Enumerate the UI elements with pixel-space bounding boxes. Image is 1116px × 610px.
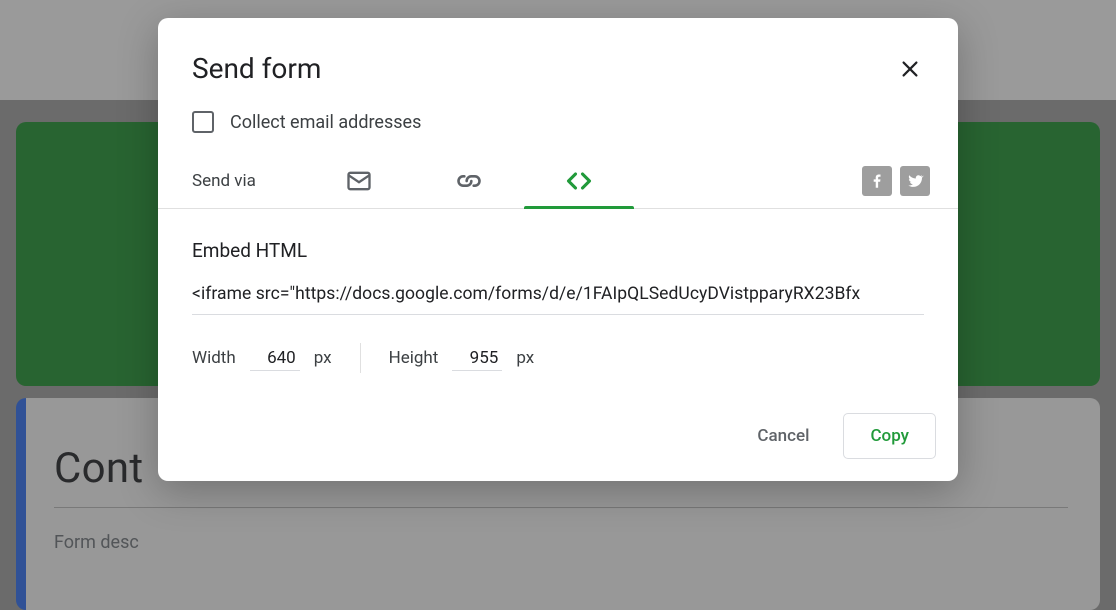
height-label: Height — [389, 348, 439, 368]
send-via-row: Send via — [158, 153, 958, 209]
facebook-icon — [868, 172, 886, 190]
share-facebook-button[interactable] — [862, 166, 892, 196]
collect-emails-row: Collect email addresses — [158, 103, 958, 153]
embed-html-label: Embed HTML — [192, 239, 924, 262]
dialog-header: Send form — [158, 18, 958, 103]
tab-embed[interactable] — [524, 153, 634, 208]
share-twitter-button[interactable] — [900, 166, 930, 196]
width-group: Width px — [192, 346, 332, 371]
copy-button[interactable]: Copy — [843, 413, 936, 459]
height-input[interactable] — [452, 346, 502, 371]
embed-icon — [565, 167, 593, 195]
embed-section: Embed HTML <iframe src="https://docs.goo… — [158, 209, 958, 315]
width-input[interactable] — [250, 346, 300, 371]
collect-emails-checkbox[interactable] — [192, 111, 214, 133]
link-icon — [455, 167, 483, 195]
width-label: Width — [192, 348, 236, 368]
send-form-dialog: Send form Collect email addresses Send v… — [158, 18, 958, 481]
dimensions-row: Width px Height px — [158, 315, 958, 413]
height-unit: px — [516, 348, 534, 368]
close-icon — [899, 58, 921, 80]
divider — [360, 343, 361, 373]
send-via-tabs — [304, 153, 634, 208]
tab-link[interactable] — [414, 153, 524, 208]
height-group: Height px — [389, 346, 535, 371]
email-icon — [345, 167, 373, 195]
dialog-title: Send form — [192, 52, 321, 85]
dialog-footer: Cancel Copy — [158, 413, 958, 481]
social-share-group — [862, 166, 930, 196]
width-unit: px — [314, 348, 332, 368]
embed-code-field[interactable]: <iframe src="https://docs.google.com/for… — [192, 284, 924, 315]
close-button[interactable] — [896, 55, 924, 83]
cancel-button[interactable]: Cancel — [731, 413, 835, 459]
twitter-icon — [906, 172, 924, 190]
tab-email[interactable] — [304, 153, 414, 208]
send-via-label: Send via — [192, 171, 256, 191]
collect-emails-label: Collect email addresses — [230, 112, 421, 133]
